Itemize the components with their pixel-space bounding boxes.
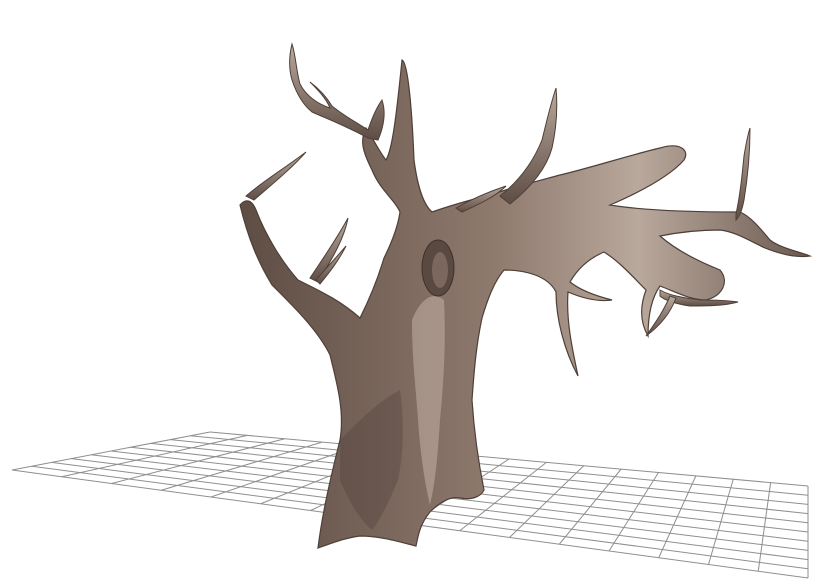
trunk-knot-inner: [432, 252, 448, 288]
viewport-canvas[interactable]: [0, 0, 820, 588]
3d-viewport[interactable]: [0, 0, 820, 588]
